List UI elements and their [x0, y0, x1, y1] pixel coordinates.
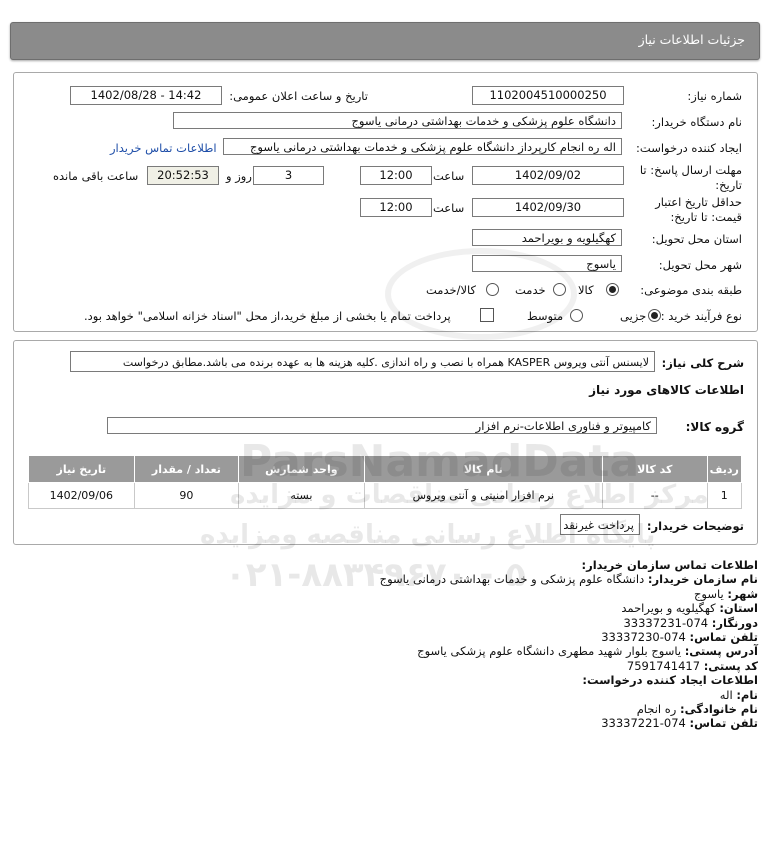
- fax-value: 074-33337231: [623, 615, 709, 630]
- announce-label: تاریخ و ساعت اعلان عمومی:: [229, 89, 368, 103]
- col-name-header: نام کالا: [363, 455, 603, 483]
- contact-province-value: کهگیلویه و بویراحمد: [621, 601, 716, 616]
- category-goods-radio[interactable]: [606, 283, 619, 296]
- col-code-header: کد کالا: [601, 455, 708, 483]
- contact-title: اطلاعات تماس سازمان خریدار:: [581, 558, 758, 572]
- address-label: آدرس پستی:: [684, 644, 758, 659]
- category-label: طبقه بندی موضوعی:: [640, 283, 742, 297]
- category-service-radio[interactable]: [553, 283, 566, 296]
- buyer-notes-label: توضیحات خریدار:: [646, 519, 744, 533]
- need-number-field: 1102004510000250: [472, 86, 624, 105]
- category-goods-label: کالا: [578, 283, 594, 297]
- days-remaining-field: 3: [253, 166, 324, 185]
- deadline-time-field: 12:00: [360, 166, 432, 185]
- validity-label-line1: حداقل تاریخ اعتبار: [655, 195, 742, 209]
- process-partial-label: جزیی: [620, 309, 647, 323]
- validity-time-label: ساعت: [433, 201, 465, 215]
- deadline-time-label: ساعت: [433, 169, 465, 183]
- city-label: شهر محل تحویل:: [658, 258, 742, 272]
- buyer-notes-field: پرداخت غیرنقد: [560, 514, 640, 535]
- process-label: نوع فرآیند خرید :: [660, 309, 742, 323]
- creator-family-label: نام خانوادگی:: [680, 702, 758, 717]
- requester-field: اله ره انجام کارپرداز دانشگاه علوم پزشکی…: [223, 138, 622, 155]
- deadline-date-field: 1402/09/02: [472, 166, 624, 185]
- category-goods-service-radio[interactable]: [486, 283, 499, 296]
- creator-phone-value: 074-33337221: [601, 716, 686, 731]
- postal-label: کد پستی:: [703, 658, 758, 673]
- description-label: شرح کلی نیاز:: [661, 356, 744, 370]
- address-value: یاسوج بلوار شهید مطهری دانشگاه علوم پزشک…: [417, 644, 682, 659]
- postal-value: 7591741417: [626, 658, 701, 673]
- cell-name: نرم افزار امنیتی و آنتی ویروس: [363, 482, 603, 509]
- city-field: یاسوج: [472, 255, 622, 272]
- category-service-label: خدمت: [515, 283, 546, 297]
- province-label: استان محل تحویل:: [651, 232, 742, 246]
- description-field: لایسنس آنتی ویروس KASPER همراه با نصب و …: [70, 351, 655, 372]
- goods-info-title: اطلاعات کالاهای مورد نیاز: [589, 383, 744, 397]
- cell-date: 1402/09/06: [28, 482, 135, 509]
- page-title: جزئیات اطلاعات نیاز: [638, 32, 745, 47]
- cell-row: 1: [706, 482, 742, 509]
- remaining-time-field: 20:52:53: [147, 166, 219, 185]
- contact-section: اطلاعات تماس سازمان خریدار: نام سازمان خ…: [18, 558, 758, 731]
- treasury-checkbox[interactable]: [480, 308, 494, 322]
- org-value: دانشگاه علوم پزشکی و خدمات بهداشتی درمان…: [379, 572, 645, 587]
- need-number-label: شماره نیاز:: [687, 89, 742, 103]
- validity-date-field: 1402/09/30: [472, 198, 624, 217]
- cell-unit: بسته: [238, 482, 365, 509]
- creator-phone-label: تلفن تماس:: [689, 716, 758, 731]
- requester-label: ایجاد کننده درخواست:: [636, 141, 742, 155]
- process-medium-label: متوسط: [527, 309, 564, 323]
- cell-code: --: [601, 482, 708, 509]
- col-row-header: ردیف: [706, 455, 742, 483]
- process-medium-radio[interactable]: [570, 309, 583, 322]
- process-partial-radio[interactable]: [648, 309, 661, 322]
- goods-table: ردیف کد کالا نام کالا واحد شمارش تعداد /…: [28, 455, 742, 509]
- buyer-org-field: دانشگاه علوم پزشکی و خدمات بهداشتی درمان…: [173, 112, 622, 129]
- page-header: جزئیات اطلاعات نیاز: [10, 22, 760, 60]
- contact-city-label: شهر:: [727, 586, 758, 601]
- col-quantity-header: تعداد / مقدار: [133, 455, 240, 483]
- table-row: 1 -- نرم افزار امنیتی و آنتی ویروس بسته …: [28, 482, 742, 509]
- creator-name-label: نام:: [736, 687, 758, 702]
- contact-province-label: استان:: [719, 601, 758, 616]
- announce-datetime-field: 1402/08/28 - 14:42: [70, 86, 222, 105]
- remaining-time-label: ساعت باقی مانده: [53, 169, 139, 183]
- col-unit-header: واحد شمارش: [238, 455, 365, 483]
- days-label: روز و: [226, 169, 252, 183]
- buyer-org-label: نام دستگاه خریدار:: [651, 115, 742, 129]
- creator-title: اطلاعات ایجاد کننده درخواست:: [582, 673, 758, 688]
- contact-city-value: یاسوج: [693, 586, 724, 601]
- goods-group-field: کامپیوتر و فناوری اطلاعات-نرم افزار: [107, 417, 657, 434]
- creator-name-value: اله: [719, 687, 733, 702]
- deadline-label-line1: مهلت ارسال پاسخ: تا: [639, 163, 742, 177]
- validity-time-field: 12:00: [360, 198, 432, 217]
- creator-family-value: ره انجام: [636, 702, 677, 717]
- phone-value: 074-33337230: [601, 630, 686, 645]
- fax-label: دورنگار:: [711, 615, 758, 630]
- table-header-row: ردیف کد کالا نام کالا واحد شمارش تعداد /…: [28, 455, 742, 483]
- treasury-text: پرداخت تمام یا بخشی از مبلغ خرید،از محل …: [84, 309, 451, 323]
- phone-label: تلفن تماس:: [689, 630, 758, 645]
- validity-label-line2: قیمت: تا تاریخ:: [670, 210, 742, 224]
- buyer-contact-link[interactable]: اطلاعات تماس خریدار: [110, 141, 217, 155]
- col-date-header: تاریخ نیاز: [28, 455, 135, 483]
- cell-quantity: 90: [133, 482, 240, 509]
- category-goods-service-label: کالا/خدمت: [426, 283, 477, 297]
- goods-group-label: گروه کالا:: [685, 420, 744, 434]
- deadline-label-line2: تاریخ:: [715, 178, 742, 192]
- org-label: نام سازمان خریدار:: [647, 572, 758, 587]
- province-field: کهگیلویه و بویراحمد: [472, 229, 622, 246]
